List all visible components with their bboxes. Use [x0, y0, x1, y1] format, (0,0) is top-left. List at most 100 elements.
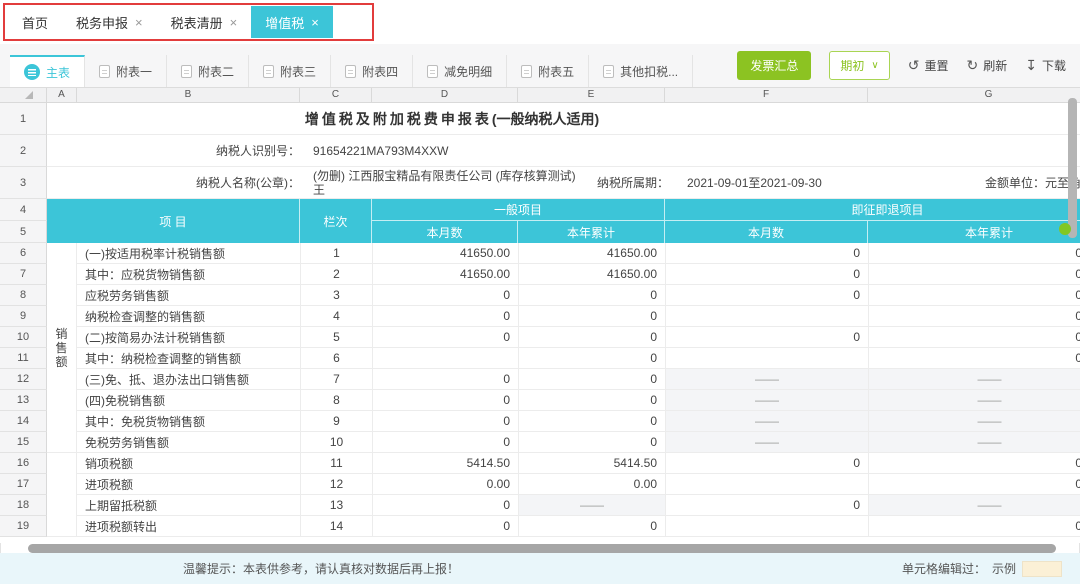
cell-18-D[interactable]: 0: [372, 495, 518, 515]
tax-period-value[interactable]: 2021-09-01至2021-09-30: [687, 167, 822, 199]
reset-button[interactable]: ↺ 重置: [908, 57, 949, 74]
cell-10-B[interactable]: (二)按简易办法计税销售额: [77, 327, 300, 347]
sheet-tab-7[interactable]: 附表五: [507, 55, 589, 87]
cell-7-D[interactable]: 41650.00: [372, 264, 518, 284]
close-icon[interactable]: ×: [135, 16, 143, 29]
cell-12-C[interactable]: 7: [300, 369, 372, 389]
cell-16-G[interactable]: 0: [868, 453, 1080, 473]
sheet-tab-1[interactable]: 主表: [10, 55, 85, 87]
cell-6-E[interactable]: 41650.00: [518, 243, 665, 263]
cell-19-D[interactable]: 0: [372, 516, 518, 536]
cell-17-D[interactable]: 0.00: [372, 474, 518, 494]
cell-8-C[interactable]: 3: [300, 285, 372, 305]
cell-7-F[interactable]: 0: [665, 264, 868, 284]
cell-18-G[interactable]: ——: [868, 495, 1080, 515]
cell-19-F[interactable]: [665, 516, 868, 536]
cell-16-F[interactable]: 0: [665, 453, 868, 473]
column-letter-F[interactable]: F: [665, 88, 868, 103]
cell-15-F[interactable]: ——: [665, 432, 868, 452]
row-number-15[interactable]: 15: [0, 432, 47, 453]
cell-12-G[interactable]: ——: [868, 369, 1080, 389]
column-letter-B[interactable]: B: [77, 88, 300, 103]
download-button[interactable]: ↧ 下载: [1025, 57, 1066, 74]
cell-15-E[interactable]: 0: [518, 432, 665, 452]
sheet-tab-5[interactable]: 附表四: [331, 55, 413, 87]
row-number-14[interactable]: 14: [0, 411, 47, 432]
cell-17-C[interactable]: 12: [300, 474, 372, 494]
cell-18-F[interactable]: 0: [665, 495, 868, 515]
cell-13-C[interactable]: 8: [300, 390, 372, 410]
cell-8-G[interactable]: 0: [868, 285, 1080, 305]
select-all-corner[interactable]: [0, 88, 47, 103]
taxpayer-id-value[interactable]: 91654221MA793M4XXW: [313, 135, 448, 167]
cell-15-C[interactable]: 10: [300, 432, 372, 452]
row-number-19[interactable]: 19: [0, 516, 47, 537]
cell-17-E[interactable]: 0.00: [518, 474, 665, 494]
cell-9-B[interactable]: 纳税检查调整的销售额: [77, 306, 300, 326]
cell-17-F[interactable]: [665, 474, 868, 494]
cell-11-E[interactable]: 0: [518, 348, 665, 368]
cell-18-B[interactable]: 上期留抵税额: [77, 495, 300, 515]
window-tab-2[interactable]: 税务申报×: [62, 6, 157, 38]
cell-11-F[interactable]: [665, 348, 868, 368]
invoice-summary-button[interactable]: 发票汇总: [737, 51, 811, 80]
cell-19-G[interactable]: 0: [868, 516, 1080, 536]
row-number-1[interactable]: 1: [0, 103, 47, 135]
cell-9-G[interactable]: 0: [868, 306, 1080, 326]
cell-13-B[interactable]: (四)免税销售额: [77, 390, 300, 410]
cell-7-E[interactable]: 41650.00: [518, 264, 665, 284]
cell-7-C[interactable]: 2: [300, 264, 372, 284]
cell-14-C[interactable]: 9: [300, 411, 372, 431]
row-number-12[interactable]: 12: [0, 369, 47, 390]
cell-9-D[interactable]: 0: [372, 306, 518, 326]
row-number-13[interactable]: 13: [0, 390, 47, 411]
cell-8-B[interactable]: 应税劳务销售额: [77, 285, 300, 305]
cell-16-B[interactable]: 销项税额: [77, 453, 300, 473]
cell-13-E[interactable]: 0: [518, 390, 665, 410]
row-number-5[interactable]: 5: [0, 221, 47, 243]
cell-6-G[interactable]: 0: [868, 243, 1080, 263]
cell-11-B[interactable]: 其中：纳税检查调整的销售额: [77, 348, 300, 368]
cell-11-D[interactable]: [372, 348, 518, 368]
column-letter-G[interactable]: G: [868, 88, 1080, 103]
cell-9-F[interactable]: [665, 306, 868, 326]
cell-6-C[interactable]: 1: [300, 243, 372, 263]
sheet-tab-3[interactable]: 附表二: [167, 55, 249, 87]
column-letter-D[interactable]: D: [372, 88, 518, 103]
cell-12-B[interactable]: (三)免、抵、退办法出口销售额: [77, 369, 300, 389]
cell-14-E[interactable]: 0: [518, 411, 665, 431]
cell-17-G[interactable]: 0: [868, 474, 1080, 494]
cell-12-D[interactable]: 0: [372, 369, 518, 389]
taxpayer-name-value[interactable]: (勿删) 江西服宝精品有限责任公司 (库存核算测试) 王: [313, 169, 585, 197]
cell-15-D[interactable]: 0: [372, 432, 518, 452]
cell-15-B[interactable]: 免税劳务销售额: [77, 432, 300, 452]
cell-15-G[interactable]: ——: [868, 432, 1080, 452]
column-letter-A[interactable]: A: [47, 88, 77, 103]
cell-19-C[interactable]: 14: [300, 516, 372, 536]
cell-9-C[interactable]: 4: [300, 306, 372, 326]
cell-6-D[interactable]: 41650.00: [372, 243, 518, 263]
row-number-6[interactable]: 6: [0, 243, 47, 264]
cell-14-D[interactable]: 0: [372, 411, 518, 431]
cell-18-E[interactable]: ——: [518, 495, 665, 515]
cell-13-F[interactable]: ——: [665, 390, 868, 410]
window-tab-1[interactable]: 首页: [8, 6, 62, 38]
cell-14-G[interactable]: ——: [868, 411, 1080, 431]
cell-6-F[interactable]: 0: [665, 243, 868, 263]
cell-16-E[interactable]: 5414.50: [518, 453, 665, 473]
close-icon[interactable]: ×: [230, 16, 238, 29]
cell-13-G[interactable]: ——: [868, 390, 1080, 410]
cell-11-C[interactable]: 6: [300, 348, 372, 368]
row-number-9[interactable]: 9: [0, 306, 47, 327]
cell-7-B[interactable]: 其中：应税货物销售额: [77, 264, 300, 284]
close-icon[interactable]: ×: [311, 16, 319, 29]
cell-10-G[interactable]: 0: [868, 327, 1080, 347]
vertical-scrollbar-thumb[interactable]: [1068, 98, 1077, 238]
cell-8-E[interactable]: 0: [518, 285, 665, 305]
row-number-3[interactable]: 3: [0, 167, 47, 199]
cell-9-E[interactable]: 0: [518, 306, 665, 326]
cell-16-D[interactable]: 5414.50: [372, 453, 518, 473]
cell-8-F[interactable]: 0: [665, 285, 868, 305]
sheet-tab-8[interactable]: 其他扣税...: [589, 55, 693, 87]
refresh-button[interactable]: ↻ 刷新: [967, 57, 1008, 74]
